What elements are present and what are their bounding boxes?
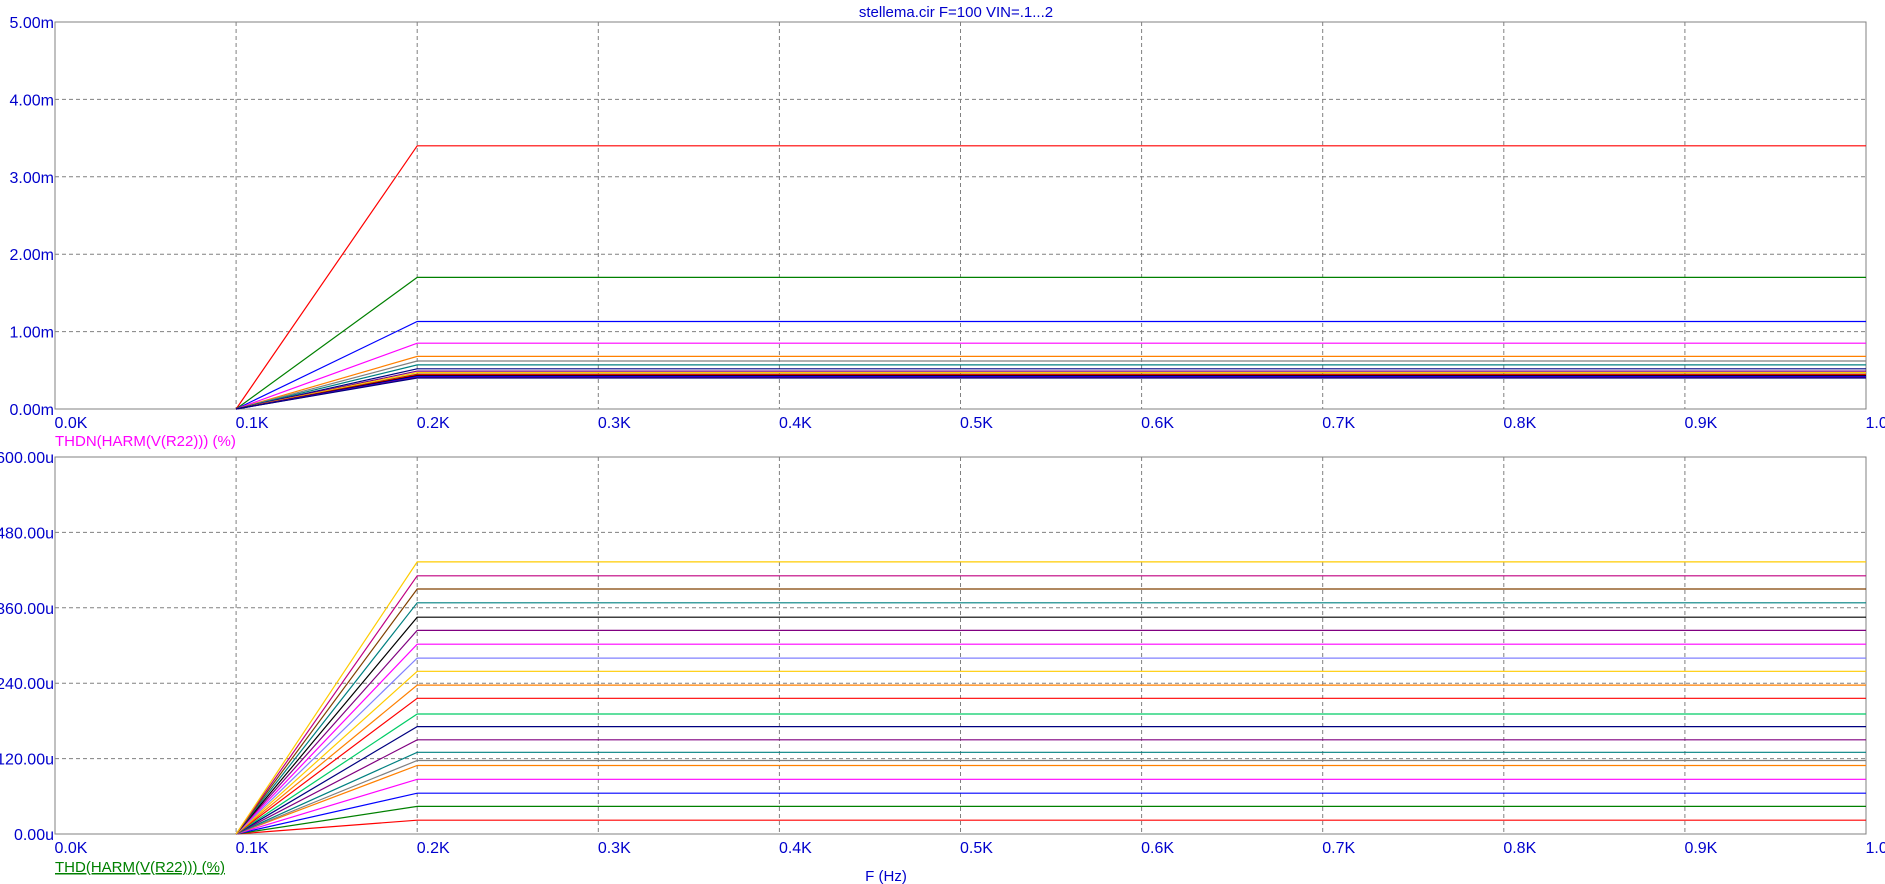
y-tick-label: 600.00u bbox=[0, 450, 54, 467]
y-tick-label: 240.00u bbox=[0, 676, 54, 693]
x-tick-label: 0.9K bbox=[1684, 840, 1717, 857]
x-tick-label: 0.2K bbox=[417, 840, 450, 857]
y-tick-label: 0.00m bbox=[10, 402, 54, 419]
trace-label: THDN(HARM(V(R22))) (%) bbox=[55, 433, 236, 450]
series-line bbox=[235, 643, 1866, 835]
x-axis-label: F (Hz) bbox=[865, 868, 907, 884]
series-line bbox=[236, 819, 1866, 835]
series-line bbox=[235, 374, 1866, 410]
x-tick-label: 1.0K bbox=[1866, 415, 1885, 432]
x-tick-label: 0.0K bbox=[55, 415, 88, 432]
x-tick-label: 0.3K bbox=[598, 415, 631, 432]
x-tick-label: 1.0K bbox=[1866, 840, 1885, 857]
series-line bbox=[235, 377, 1866, 410]
x-tick-label: 0.3K bbox=[598, 840, 631, 857]
series-line bbox=[235, 375, 1866, 410]
series-line bbox=[235, 792, 1866, 835]
y-tick-label: 5.00m bbox=[10, 15, 54, 32]
series-line bbox=[235, 616, 1866, 835]
x-tick-label: 0.1K bbox=[236, 840, 269, 857]
chart-canvas: stellema.cir F=100 VIN=.1...2 0.0K 0.1K 0.… bbox=[0, 4, 1885, 884]
series-line bbox=[235, 355, 1866, 410]
x-tick-label: 0.5K bbox=[960, 415, 993, 432]
x-tick-label: 0.9K bbox=[1684, 415, 1717, 432]
x-tick-label: 0.1K bbox=[236, 415, 269, 432]
series-line bbox=[235, 759, 1866, 835]
series-line bbox=[235, 684, 1866, 835]
y-tick-label: 120.00u bbox=[0, 752, 54, 769]
series-line bbox=[235, 657, 1866, 835]
x-tick-label: 0.7K bbox=[1322, 840, 1355, 857]
y-tick-label: 0.00u bbox=[14, 827, 54, 844]
trace-label: THD(HARM(V(R22))) (%) bbox=[55, 859, 225, 876]
x-tick-label: 0.7K bbox=[1322, 415, 1355, 432]
series-line bbox=[235, 575, 1866, 835]
x-tick-label: 0.8K bbox=[1503, 840, 1536, 857]
series-line bbox=[235, 376, 1866, 410]
y-tick-label: 360.00u bbox=[0, 601, 54, 618]
x-tick-label: 0.4K bbox=[779, 415, 812, 432]
x-tick-label: 0.4K bbox=[779, 840, 812, 857]
thdn-plot-panel: 0.0K 0.1K 0.2K 0.3K 0.4K 0.5K 0.6K 0.7K 0.8K 0.9K… bbox=[10, 15, 1885, 450]
x-tick-label: 0.6K bbox=[1141, 840, 1174, 857]
x-tick-label: 0.8K bbox=[1503, 415, 1536, 432]
chart-title: stellema.cir F=100 VIN=.1...2 bbox=[859, 4, 1053, 21]
series-line bbox=[235, 602, 1866, 835]
series-line bbox=[235, 697, 1866, 835]
x-tick-label: 0.5K bbox=[960, 840, 993, 857]
x-tick-label: 0.0K bbox=[55, 840, 88, 857]
series-line bbox=[235, 588, 1866, 835]
series-line bbox=[235, 764, 1866, 835]
y-tick-label: 1.00m bbox=[10, 325, 54, 342]
y-tick-label: 480.00u bbox=[0, 525, 54, 542]
series-line bbox=[235, 725, 1866, 835]
x-tick-label: 0.6K bbox=[1141, 415, 1174, 432]
y-tick-label: 3.00m bbox=[10, 170, 54, 187]
series-line bbox=[235, 373, 1866, 410]
y-tick-label: 2.00m bbox=[10, 247, 54, 264]
x-tick-label: 0.2K bbox=[417, 415, 450, 432]
series-line bbox=[235, 713, 1866, 835]
series-line bbox=[235, 629, 1866, 835]
thd-plot-panel: 0.0K 0.1K 0.2K 0.3K 0.4K 0.5K 0.6K 0.7K 0.8K 0.9K… bbox=[0, 450, 1885, 876]
series-line bbox=[235, 375, 1866, 410]
y-tick-label: 4.00m bbox=[10, 92, 54, 109]
